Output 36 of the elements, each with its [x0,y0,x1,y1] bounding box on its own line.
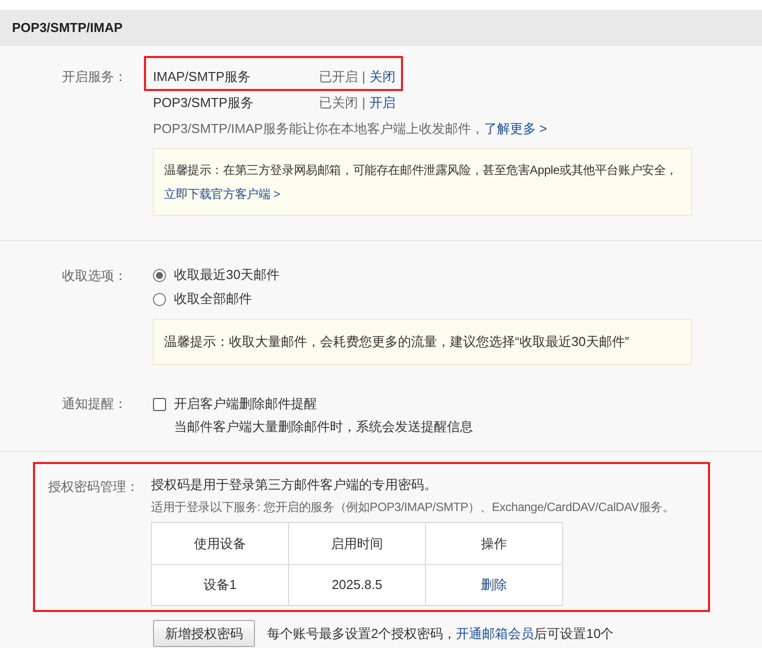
description-text: 适用于登录以下服务: 您开启的服务（例如POP3/IMAP/SMTP）、Exchange/CardDAV/CalDAV服务。 [151,500,674,514]
description-text: 当邮件客户端大量删除邮件时，系统会发送提醒信息 [174,419,473,434]
text-link[interactable]: 开通邮箱会员 [456,626,534,641]
tip-text: 温馨提示：在第三方登录网易邮箱，可能存在邮件泄露风险，甚至危害Apple或其他平台账户安全， 立即下载官方客户端 > [164,162,678,203]
column-header: 操作 [426,522,562,564]
field-label: 授权密码管理： [48,479,139,494]
separator: | [362,68,366,86]
column-header: 使用设备 [152,522,288,564]
option-label: 收取最近30天邮件 [174,266,280,284]
radio-button[interactable] [153,292,166,306]
toggle-link[interactable]: 关闭 [369,67,396,87]
checkbox-label: 开启客户端删除邮件提醒 [174,395,317,414]
toggle-link[interactable]: 开启 [369,93,396,113]
service-name: IMAP/SMTP服务 [153,68,252,86]
field-label: 收取选项： [62,268,127,283]
text-link[interactable]: 了解更多 > [484,121,548,136]
text-link[interactable]: 立即下载官方客户端 > [164,187,280,201]
table-cell: 设备1 [152,564,288,606]
tip-text: 温馨提示：收取大量邮件，会耗费您更多的流量，建议您选择“收取最近30天邮件” [164,333,630,352]
service-status: 已关闭 [319,94,358,112]
table-cell: 2025.8.5 [288,564,426,606]
limit-text: 每个账号最多设置2个授权密码，开通邮箱会员后可设置10个 [267,624,614,643]
radio-button[interactable] [153,268,166,282]
service-name: POP3/SMTP服务 [153,94,254,112]
delete-link[interactable]: 删除 [481,577,507,592]
field-label: 开启服务： [62,69,127,84]
option-label: 收取全部邮件 [174,290,252,308]
field-label: 通知提醒： [62,396,127,411]
separator: | [362,94,366,112]
intro-text: 授权码是用于登录第三方邮件客户端的专用密码。 [151,477,437,492]
column-header: 启用时间 [288,522,426,564]
service-status: 已开启 [319,68,358,86]
checkbox[interactable] [153,398,166,410]
add-password-button[interactable]: 新增授权密码 [153,620,255,647]
description-text: POP3/SMTP/IMAP服务能让你在本地客户端上收发邮件，了解更多 > [153,120,548,138]
panel-title: POP3/SMTP/IMAP [12,19,123,38]
